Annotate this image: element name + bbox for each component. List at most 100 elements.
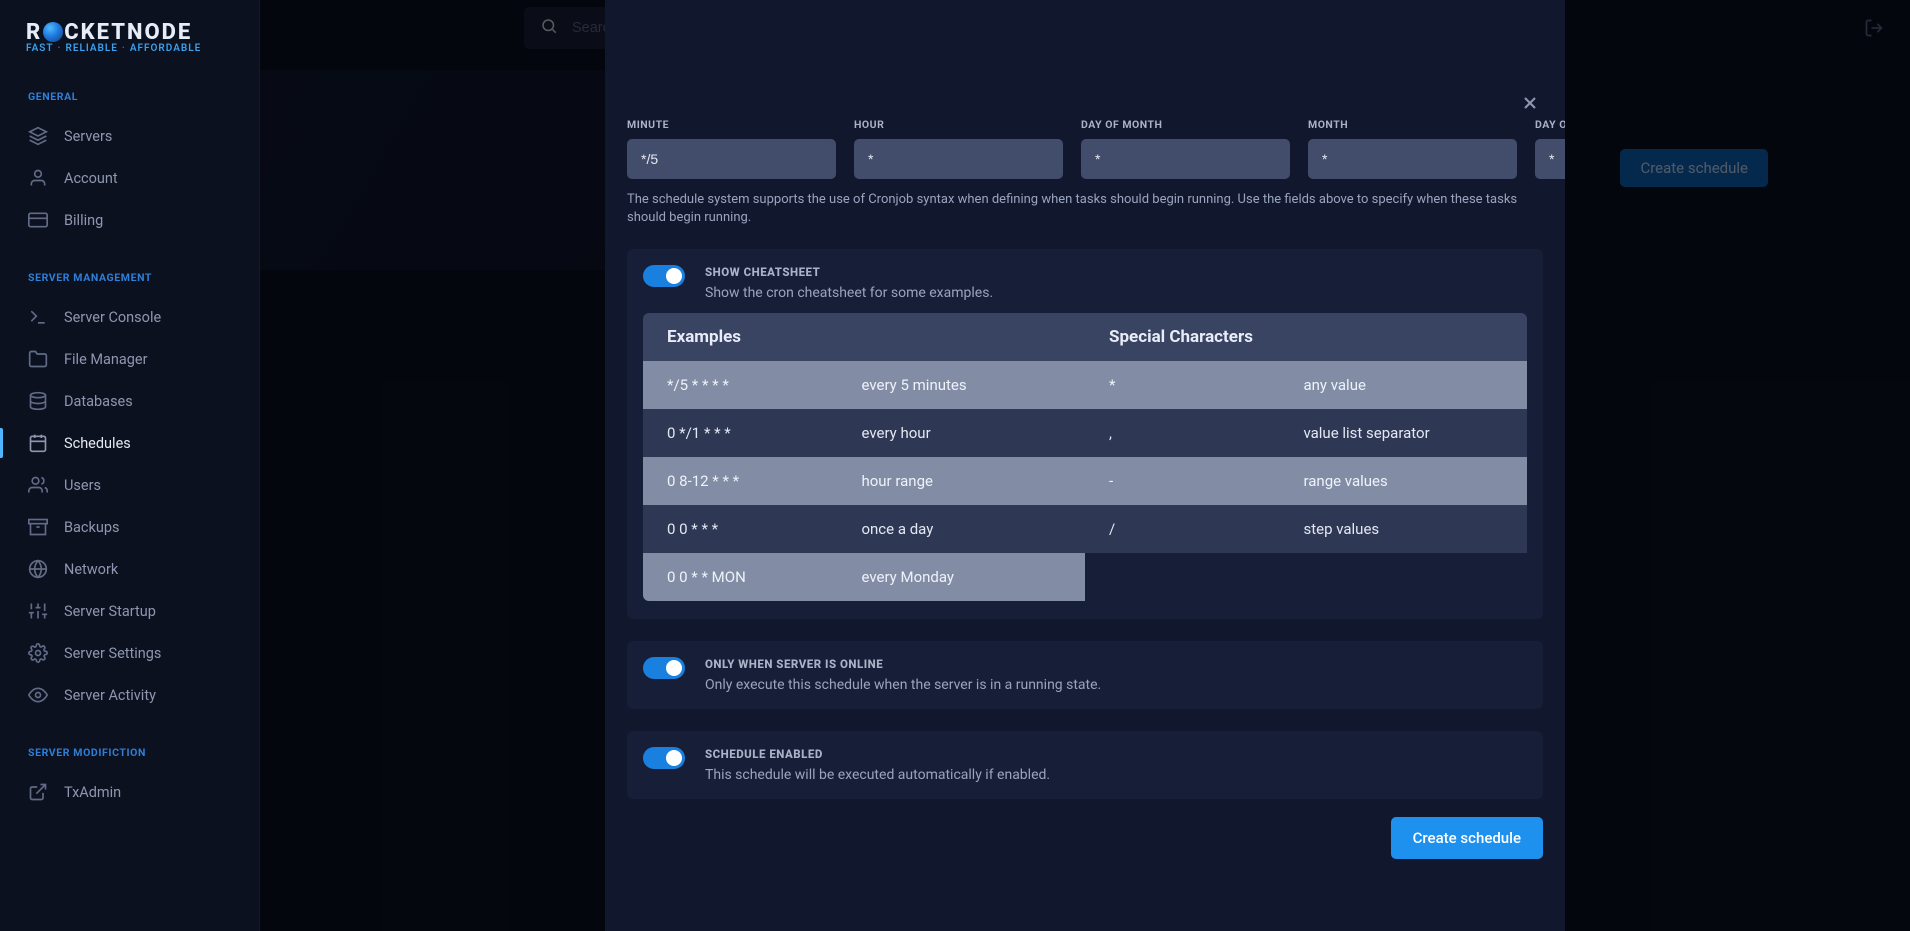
globe-icon bbox=[28, 559, 48, 579]
brand-logo: R CKETNODE FAST·RELIABLE·AFFORDABLE bbox=[0, 20, 259, 60]
schedule-modal: MINUTE HOUR DAY OF MONTH MONTH bbox=[605, 0, 1565, 931]
only-online-toggle[interactable] bbox=[643, 657, 685, 679]
sidebar-item-billing[interactable]: Billing bbox=[0, 199, 259, 241]
sidebar-item-backups[interactable]: Backups bbox=[0, 506, 259, 548]
special-desc: step values bbox=[1279, 505, 1527, 553]
hour-input[interactable] bbox=[854, 139, 1063, 179]
example-desc: every 5 minutes bbox=[837, 361, 1085, 409]
minute-label: MINUTE bbox=[627, 118, 836, 131]
sidebar: R CKETNODE FAST·RELIABLE·AFFORDABLE GENE… bbox=[0, 0, 260, 931]
sidebar-item-label: Server Activity bbox=[64, 687, 156, 704]
special-symbol: , bbox=[1085, 409, 1279, 457]
dom-label: DAY OF MONTH bbox=[1081, 118, 1290, 131]
only-online-label: ONLY WHEN SERVER IS ONLINE bbox=[705, 657, 1101, 671]
sidebar-item-file-manager[interactable]: File Manager bbox=[0, 338, 259, 380]
database-icon bbox=[28, 391, 48, 411]
sidebar-item-databases[interactable]: Databases bbox=[0, 380, 259, 422]
sidebar-item-network[interactable]: Network bbox=[0, 548, 259, 590]
folder-icon bbox=[28, 349, 48, 369]
example-row: 0 0 * * *once a day bbox=[643, 505, 1085, 553]
brand-name-left: R bbox=[26, 20, 42, 45]
user-icon bbox=[28, 168, 48, 188]
month-label: MONTH bbox=[1308, 118, 1517, 131]
terminal-icon bbox=[28, 307, 48, 327]
create-schedule-button[interactable]: Create schedule bbox=[1391, 817, 1543, 859]
sidebar-item-server-settings[interactable]: Server Settings bbox=[0, 632, 259, 674]
special-row: /step values bbox=[1085, 505, 1527, 553]
sidebar-item-label: Backups bbox=[64, 519, 119, 536]
gear-icon bbox=[28, 643, 48, 663]
external-icon bbox=[28, 782, 48, 802]
sidebar-item-label: Servers bbox=[64, 128, 112, 145]
show-cheatsheet-toggle[interactable] bbox=[643, 265, 685, 287]
example-desc: hour range bbox=[837, 457, 1085, 505]
cheatsheet-toggle-desc: Show the cron cheatsheet for some exampl… bbox=[705, 285, 993, 301]
brand-orb-icon bbox=[43, 22, 63, 42]
sidebar-item-label: Server Startup bbox=[64, 603, 156, 620]
example-expr: */5 * * * * bbox=[643, 361, 837, 409]
cron-help-text: The schedule system supports the use of … bbox=[605, 179, 1565, 227]
example-desc: every Monday bbox=[837, 553, 1085, 601]
month-input[interactable] bbox=[1308, 139, 1517, 179]
example-desc: once a day bbox=[837, 505, 1085, 553]
special-desc: value list separator bbox=[1279, 409, 1527, 457]
main-area: There are no schedules configured for th… bbox=[260, 0, 1910, 931]
sidebar-item-schedules[interactable]: Schedules bbox=[0, 422, 259, 464]
sidebar-item-label: Account bbox=[64, 170, 118, 187]
schedule-enabled-desc: This schedule will be executed automatic… bbox=[705, 767, 1050, 783]
special-characters-header: Special Characters bbox=[1085, 313, 1527, 361]
sidebar-item-txadmin[interactable]: TxAdmin bbox=[0, 771, 259, 813]
special-row: *any value bbox=[1085, 361, 1527, 409]
sidebar-item-users[interactable]: Users bbox=[0, 464, 259, 506]
special-symbol: - bbox=[1085, 457, 1279, 505]
sidebar-item-server-console[interactable]: Server Console bbox=[0, 296, 259, 338]
schedule-enabled-label: SCHEDULE ENABLED bbox=[705, 747, 1050, 761]
minute-input[interactable] bbox=[627, 139, 836, 179]
sidebar-item-server-startup[interactable]: Server Startup bbox=[0, 590, 259, 632]
dom-input[interactable] bbox=[1081, 139, 1290, 179]
special-row: -range values bbox=[1085, 457, 1527, 505]
examples-header: Examples bbox=[643, 313, 1085, 361]
sidebar-item-label: Schedules bbox=[64, 435, 131, 452]
cheatsheet-toggle-label: SHOW CHEATSHEET bbox=[705, 265, 993, 279]
sidebar-item-label: Server Settings bbox=[64, 645, 161, 662]
sidebar-item-account[interactable]: Account bbox=[0, 157, 259, 199]
example-expr: 0 0 * * MON bbox=[643, 553, 837, 601]
example-row: 0 8-12 * * *hour range bbox=[643, 457, 1085, 505]
example-expr: 0 0 * * * bbox=[643, 505, 837, 553]
sidebar-item-servers[interactable]: Servers bbox=[0, 115, 259, 157]
close-icon[interactable] bbox=[1515, 88, 1545, 118]
nav-group-head: GENERAL bbox=[0, 60, 259, 115]
card-icon bbox=[28, 210, 48, 230]
calendar-icon bbox=[28, 433, 48, 453]
nav-group-head: SERVER MODIFICTION bbox=[0, 716, 259, 771]
example-desc: every hour bbox=[837, 409, 1085, 457]
archive-icon bbox=[28, 517, 48, 537]
brand-tagline: FAST·RELIABLE·AFFORDABLE bbox=[26, 43, 233, 54]
sidebar-item-label: Databases bbox=[64, 393, 133, 410]
special-desc: any value bbox=[1279, 361, 1527, 409]
dow-label: DAY OF WEEK bbox=[1535, 118, 1565, 131]
sidebar-item-label: Server Console bbox=[64, 309, 161, 326]
stack-icon bbox=[28, 126, 48, 146]
dow-input[interactable] bbox=[1535, 139, 1565, 179]
example-row: 0 0 * * MONevery Monday bbox=[643, 553, 1085, 601]
users-icon bbox=[28, 475, 48, 495]
sidebar-item-server-activity[interactable]: Server Activity bbox=[0, 674, 259, 716]
example-row: */5 * * * *every 5 minutes bbox=[643, 361, 1085, 409]
example-expr: 0 8-12 * * * bbox=[643, 457, 837, 505]
example-expr: 0 */1 * * * bbox=[643, 409, 837, 457]
nav-group-head: SERVER MANAGEMENT bbox=[0, 241, 259, 296]
sidebar-item-label: TxAdmin bbox=[64, 784, 121, 801]
hour-label: HOUR bbox=[854, 118, 1063, 131]
example-row: 0 */1 * * *every hour bbox=[643, 409, 1085, 457]
sidebar-item-label: Users bbox=[64, 477, 101, 494]
special-row: ,value list separator bbox=[1085, 409, 1527, 457]
sidebar-item-label: File Manager bbox=[64, 351, 148, 368]
special-symbol: / bbox=[1085, 505, 1279, 553]
special-symbol: * bbox=[1085, 361, 1279, 409]
schedule-enabled-toggle[interactable] bbox=[643, 747, 685, 769]
sidebar-item-label: Billing bbox=[64, 212, 103, 229]
only-online-desc: Only execute this schedule when the serv… bbox=[705, 677, 1101, 693]
sliders-icon bbox=[28, 601, 48, 621]
